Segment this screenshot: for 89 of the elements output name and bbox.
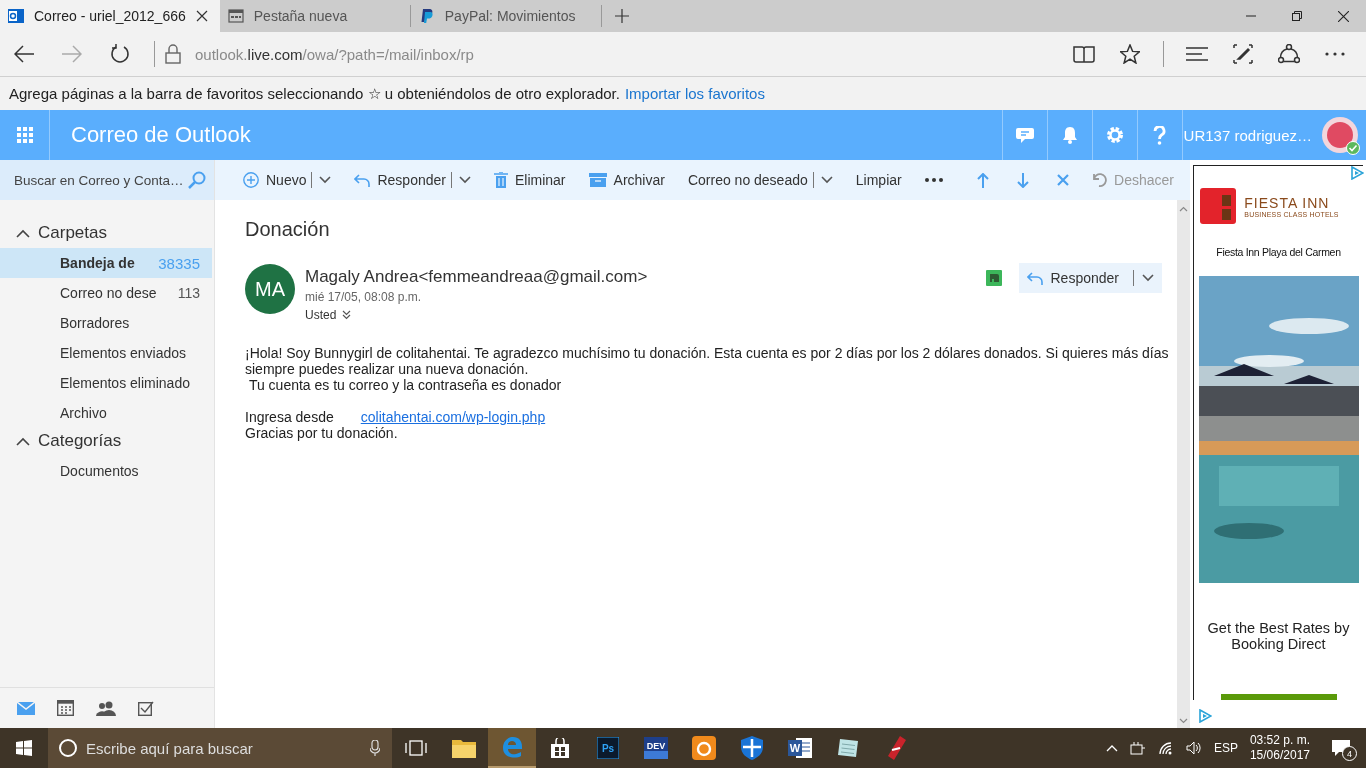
start-icon[interactable]: [16, 740, 32, 756]
message-date: mié 17/05, 08:08 p.m.: [305, 290, 422, 304]
microphone-icon[interactable]: [370, 740, 380, 756]
hub-lines-icon[interactable]: [1186, 47, 1208, 61]
unread-count: 38335: [158, 254, 201, 272]
browser-tab[interactable]: PayPal: Movimientos: [410, 5, 602, 27]
message-body: ¡Hola! Soy Bunnygirl de colitahentai. Te agradezco muchísimo tu donación. Esta cuenta es por 2 días por los 2 dólares donados. Si quieres más días siempre puedes realizar una nueva donación. Tu cuenta es tu correo y la contraseña es donador Ingresa desde colitahentai.com/wp-login.php Gracias por tu donación.: [245, 345, 1170, 441]
more-icon[interactable]: [1325, 52, 1345, 56]
shield-icon[interactable]: [741, 736, 763, 760]
ad-choices-icon[interactable]: [1350, 166, 1364, 180]
archive-icon: [588, 173, 607, 187]
trash-icon: [493, 172, 508, 188]
plus-icon[interactable]: [614, 9, 629, 23]
close-icon[interactable]: [1337, 10, 1349, 22]
search-field[interactable]: Buscar en Correo y Conta…: [14, 172, 184, 188]
folder-item[interactable]: Archivo: [0, 398, 212, 428]
share-icon[interactable]: [1278, 44, 1300, 64]
star-icon[interactable]: [1120, 44, 1140, 64]
notepad-icon[interactable]: [836, 737, 860, 759]
sender-initials-avatar: MA: [245, 264, 295, 314]
tasks-icon[interactable]: [138, 700, 154, 716]
message-subject: Donación: [245, 218, 330, 241]
unread-count: 113: [177, 285, 201, 301]
toolbar-button[interactable]: Responder: [354, 165, 471, 195]
close-icon[interactable]: [195, 10, 208, 22]
reply-icon: [354, 173, 371, 187]
folder-item[interactable]: Correo no dese 113: [0, 278, 212, 308]
caret-icon: [1142, 274, 1154, 282]
ad-choices-icon[interactable]: [1198, 709, 1212, 723]
input-language[interactable]: ESP: [1213, 741, 1238, 755]
avatar[interactable]: [1322, 117, 1358, 153]
toolbar-button[interactable]: Nuevo: [243, 165, 332, 195]
calendar-icon[interactable]: [57, 700, 74, 716]
ad-brand: FIESTA INN: [1244, 194, 1331, 211]
folder-item[interactable]: Elementos enviados: [0, 338, 212, 368]
reply-button[interactable]: Responder: [1018, 263, 1162, 293]
chevron-up-icon[interactable]: [1105, 744, 1118, 752]
login-link[interactable]: colitahentai.com/wp-login.php: [360, 409, 546, 425]
toolbar-button[interactable]: Limpiar: [855, 165, 902, 195]
volume-icon[interactable]: [1185, 741, 1202, 755]
book-icon[interactable]: [1073, 45, 1095, 63]
hotel-logo-icon: [1200, 188, 1237, 224]
search-box[interactable]: Buscar en Correo y Conta…: [0, 160, 214, 200]
photoshop-icon[interactable]: Ps: [597, 737, 619, 759]
folder-item[interactable]: Documentos: [0, 456, 212, 486]
chevron-icon: [16, 228, 30, 238]
folder-icon[interactable]: [452, 738, 476, 758]
people-icon[interactable]: [96, 700, 116, 716]
scroll-up-icon[interactable]: [1179, 206, 1188, 212]
page-icon: [227, 8, 244, 24]
folder-section-header[interactable]: Carpetas: [0, 220, 214, 246]
restore-icon[interactable]: [1292, 11, 1302, 21]
import-favorites-link[interactable]: Importar los favoritos: [624, 85, 765, 102]
double-chevron-icon: [342, 310, 352, 320]
taskbar-search-field[interactable]: Escribe aquí para buscar: [48, 728, 392, 768]
wifi-icon[interactable]: [1157, 741, 1174, 755]
add-icon: [243, 172, 259, 188]
toolbar-button[interactable]: Archivar: [588, 165, 665, 195]
reply-icon: [1026, 271, 1043, 285]
refresh-icon[interactable]: [110, 44, 130, 64]
battery-plug-icon[interactable]: [1129, 741, 1146, 755]
recipient[interactable]: Usted: [305, 308, 352, 322]
favorites-hint: Agrega páginas a la barra de favoritos seleccionando ☆ u obteniéndolos de otro explorador.: [9, 84, 620, 103]
toolbar-button[interactable]: Correo no deseado: [687, 165, 833, 195]
more-icon[interactable]: [924, 178, 943, 182]
lock-icon: [165, 44, 181, 64]
browser-tab[interactable]: Correo - uriel_2012_666: [0, 0, 220, 32]
dev-tool-icon[interactable]: DEV: [644, 737, 668, 759]
store-icon[interactable]: [550, 738, 570, 758]
browser-tab[interactable]: Pestaña nueva: [219, 5, 411, 27]
folder-section-header[interactable]: Categorías: [0, 428, 214, 454]
scroll-down-icon[interactable]: [1179, 718, 1188, 724]
undo-icon: [1093, 173, 1108, 187]
notification-count: 4: [1342, 746, 1357, 761]
toolbar-button[interactable]: Eliminar: [493, 165, 566, 195]
folder-item[interactable]: Borradores: [0, 308, 212, 338]
task-view-icon[interactable]: [405, 740, 427, 756]
sender-name[interactable]: Magaly Andrea<femmeandreaa@gmail.com>: [305, 267, 648, 287]
chevron-icon: [16, 436, 30, 446]
address-url[interactable]: outlook.live.com/owa/?path=/mail/inbox/rp: [195, 45, 474, 63]
back-icon[interactable]: [14, 45, 34, 63]
clock[interactable]: 03:52 p. m. 15/06/2017: [1249, 733, 1310, 763]
folder-item[interactable]: Bandeja de 38335: [0, 248, 212, 278]
ad-headline[interactable]: Get the Best Rates by Booking Direct: [1198, 620, 1359, 652]
pen-icon[interactable]: [1233, 44, 1253, 64]
ad-caption: Fiesta Inn Playa del Carmen: [1216, 246, 1341, 258]
folder-item[interactable]: Elementos eliminado: [0, 368, 212, 398]
search-circle-icon: [58, 738, 78, 758]
mail-app-icon: [8, 8, 24, 24]
